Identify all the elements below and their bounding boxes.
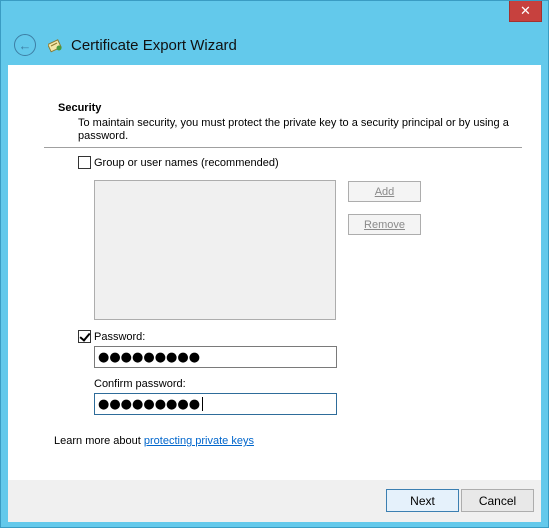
- wizard-window: ✕ ← Certificate Export Wizard Security T…: [0, 0, 549, 528]
- cancel-label: Cancel: [478, 493, 517, 508]
- password-value: ●●●●●●●●●: [98, 349, 201, 365]
- remove-button[interactable]: Remove: [348, 214, 421, 235]
- titlebar: ← Certificate Export Wizard: [8, 25, 541, 65]
- password-field[interactable]: ●●●●●●●●●: [94, 346, 337, 368]
- cancel-button[interactable]: Cancel: [461, 489, 534, 512]
- confirm-password-field[interactable]: ●●●●●●●●●: [94, 393, 337, 415]
- confirm-password-label: Confirm password:: [94, 378, 186, 390]
- password-checkbox-label: Password:: [94, 330, 146, 343]
- user-list[interactable]: [94, 180, 336, 320]
- password-checkbox-row[interactable]: Password:: [78, 330, 145, 343]
- button-bar: Next Cancel: [8, 480, 541, 522]
- add-label: Add: [374, 185, 395, 198]
- next-button[interactable]: Next: [386, 489, 459, 512]
- close-button[interactable]: ✕: [509, 1, 542, 22]
- next-label: Next: [410, 493, 435, 508]
- password-checkbox[interactable]: [78, 330, 91, 343]
- confirm-password-value: ●●●●●●●●●: [98, 396, 201, 412]
- section-description: To maintain security, you must protect t…: [78, 117, 509, 142]
- content-area: Security To maintain security, you must …: [8, 65, 541, 480]
- protecting-private-keys-link[interactable]: protecting private keys: [144, 435, 254, 447]
- group-checkbox[interactable]: [78, 156, 91, 169]
- add-button[interactable]: Add: [348, 181, 421, 202]
- learn-more-text: Learn more about protecting private keys: [54, 435, 254, 447]
- learn-more-prefix: Learn more about: [54, 435, 144, 447]
- certificate-icon: [48, 39, 62, 53]
- back-arrow-icon[interactable]: ←: [14, 34, 36, 56]
- window-title: Certificate Export Wizard: [71, 36, 237, 54]
- text-cursor: [202, 397, 204, 411]
- separator: [44, 147, 522, 148]
- remove-label: Remove: [364, 218, 405, 231]
- group-checkbox-label: Group or user names (recommended): [94, 156, 279, 169]
- section-heading: Security: [58, 102, 102, 114]
- group-checkbox-row[interactable]: Group or user names (recommended): [78, 156, 279, 169]
